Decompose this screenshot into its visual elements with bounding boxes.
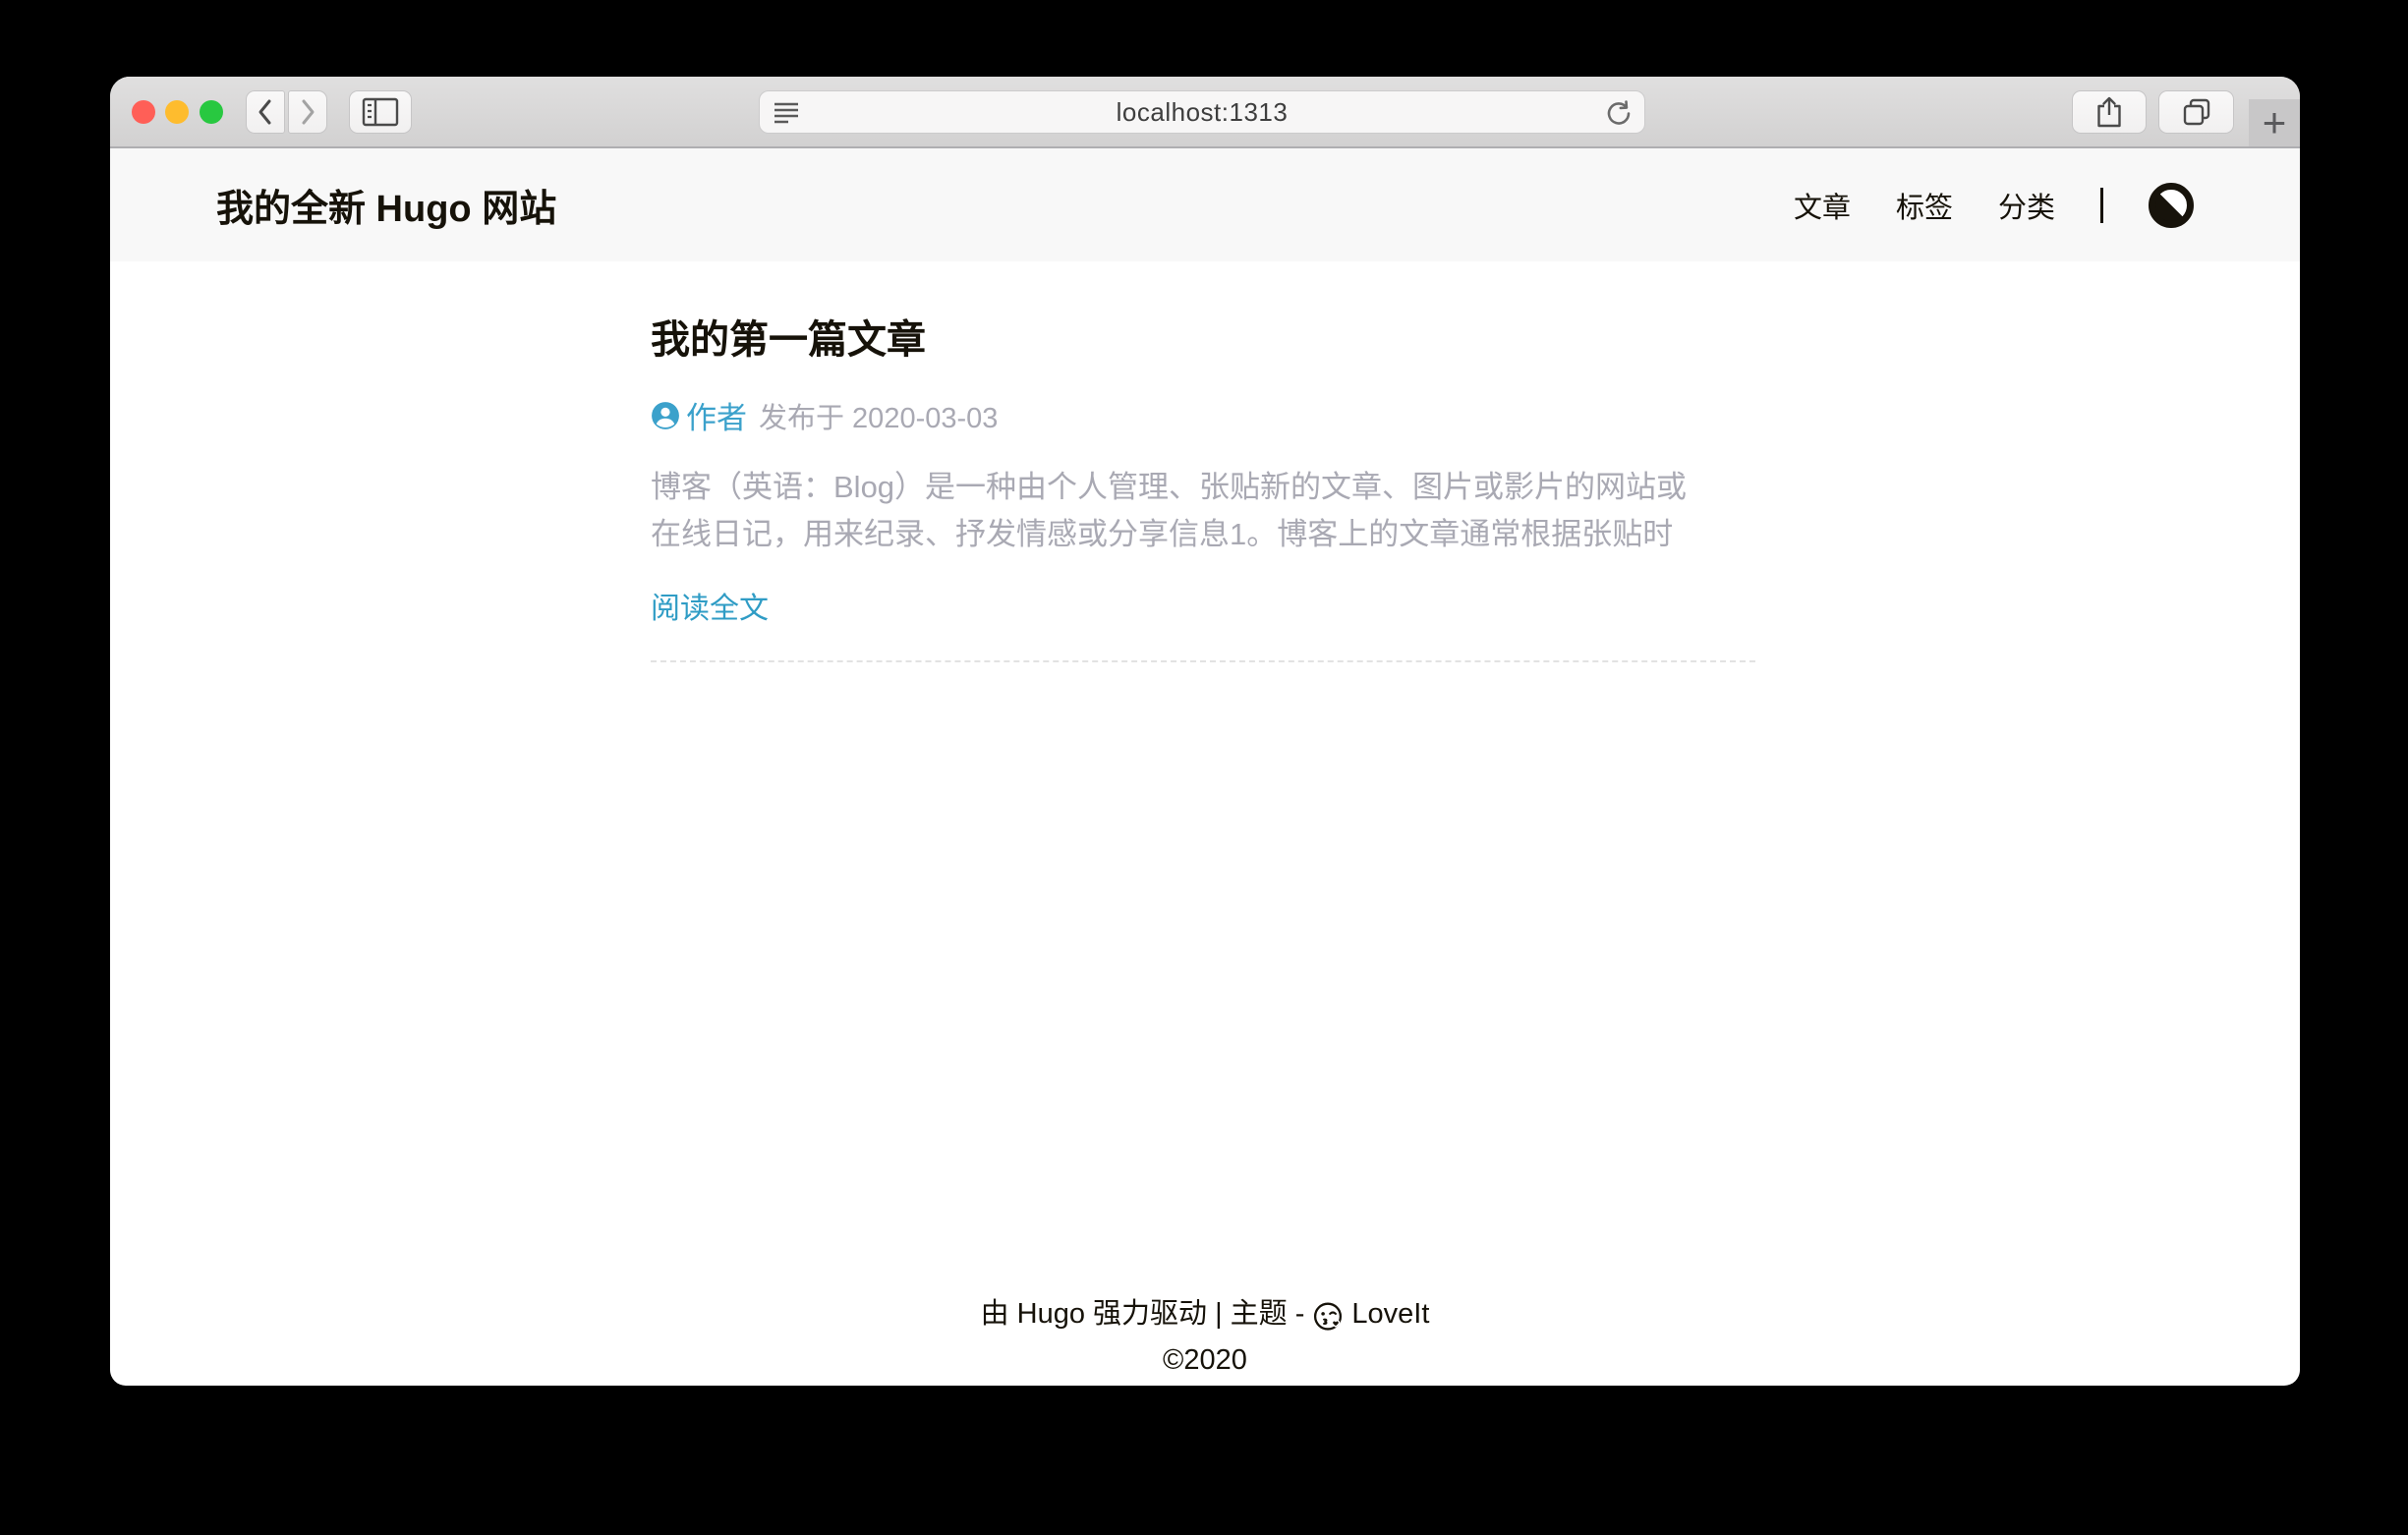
footer-powered-text: 由 Hugo 强力驱动 | 主题 - — [981, 1291, 1305, 1337]
minimize-window-button[interactable] — [165, 100, 189, 124]
sidebar-icon — [362, 97, 399, 127]
post-title[interactable]: 我的第一篇文章 — [651, 308, 1755, 365]
site-header: 我的全新 Hugo 网站 文章 标签 分类 — [110, 148, 2300, 261]
site-nav: 文章 标签 分类 — [1794, 183, 2194, 228]
tab-overview-button[interactable] — [2158, 90, 2234, 134]
url-text[interactable]: localhost:1313 — [1117, 97, 1289, 128]
footer-theme-link[interactable]: LoveIt — [1351, 1291, 1429, 1337]
share-button[interactable] — [2072, 90, 2147, 134]
chevron-right-icon — [295, 97, 320, 127]
nav-item-categories[interactable]: 分类 — [1998, 185, 2055, 226]
sidebar-toggle-button[interactable] — [349, 90, 412, 134]
browser-toolbar: localhost:1313 — [110, 77, 2300, 148]
reader-view-icon[interactable] — [773, 100, 800, 126]
site-title[interactable]: 我的全新 Hugo 网站 — [216, 178, 556, 232]
nav-item-posts[interactable]: 文章 — [1794, 185, 1851, 226]
read-more-link[interactable]: 阅读全文 — [651, 584, 1755, 627]
zoom-window-button[interactable] — [200, 100, 223, 124]
browser-window: localhost:1313 — [110, 77, 2300, 1386]
post-divider — [651, 660, 1755, 662]
post-meta: 作者 发布于 2020-03-03 — [651, 393, 1755, 437]
back-button[interactable] — [246, 90, 285, 134]
tabs-icon — [2181, 96, 2212, 128]
theme-toggle-icon[interactable] — [2149, 183, 2194, 228]
nav-item-tags[interactable]: 标签 — [1896, 185, 1953, 226]
close-window-button[interactable] — [132, 100, 155, 124]
forward-button[interactable] — [288, 90, 327, 134]
site-footer: 由 Hugo 强力驱动 | 主题 - LoveIt ©2020 — [110, 1291, 2300, 1384]
footer-powered-line: 由 Hugo 强力驱动 | 主题 - LoveIt — [110, 1291, 2300, 1337]
post-author-link[interactable]: 作者 — [686, 393, 747, 437]
post-summary-line: 在线日记，用来纪录、抒发情感或分享信息1。博客上的文章通常根据张贴时 — [651, 511, 1755, 558]
share-icon — [2094, 95, 2124, 129]
post-publish-date: 发布于 2020-03-03 — [759, 395, 998, 436]
new-tab-button[interactable]: + — [2249, 99, 2300, 146]
post-summary: 博客（英语：Blog）是一种由个人管理、张贴新的文章、图片或影片的网站或 在线日… — [651, 464, 1755, 558]
user-circle-icon — [651, 401, 680, 430]
chevron-left-icon — [253, 97, 278, 127]
address-bar[interactable]: localhost:1313 — [759, 90, 1645, 134]
nav-divider — [2100, 188, 2103, 223]
footer-copyright: ©2020 — [110, 1337, 2300, 1384]
main-content: 我的第一篇文章 作者 发布于 2020-03-03 博客（英语：Blog）是一种… — [651, 261, 1755, 662]
reload-icon[interactable] — [1605, 99, 1633, 127]
post-summary-line: 博客（英语：Blog）是一种由个人管理、张贴新的文章、图片或影片的网站或 — [651, 464, 1755, 511]
kiss-wink-heart-icon — [1312, 1301, 1344, 1333]
